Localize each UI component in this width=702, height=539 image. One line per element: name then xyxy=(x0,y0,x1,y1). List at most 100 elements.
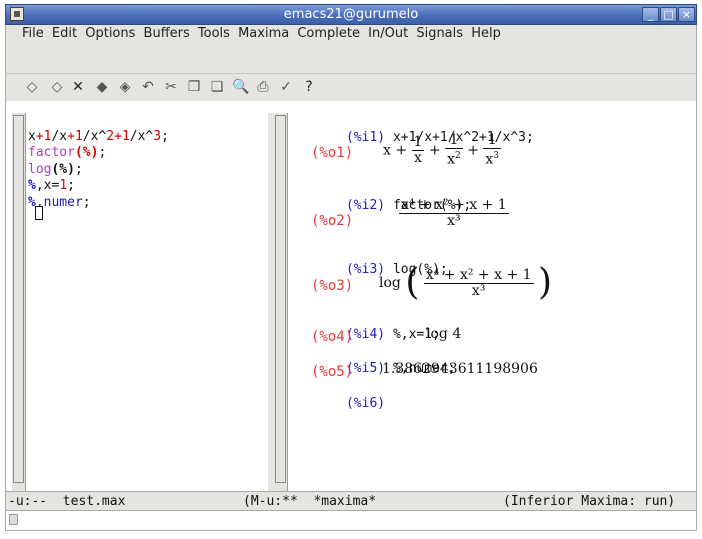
menu-bar: File Edit Options Buffers Tools Maxima C… xyxy=(5,25,697,73)
right-paren: ) xyxy=(538,262,553,303)
math-term: + xyxy=(467,142,479,159)
maximize-button[interactable]: □ xyxy=(660,7,677,22)
math-output: log ( x⁴ + x² + x + 1 x³ ) xyxy=(379,263,552,303)
math-output: log 4 xyxy=(426,326,462,342)
close-icon[interactable]: ✕ xyxy=(70,79,86,95)
fraction: 1x xyxy=(411,133,425,166)
mode-line[interactable]: -u:-- test.max (M-u:** *maxima* (Inferio… xyxy=(5,491,697,511)
fraction: x⁴ + x² + x + 1 x³ xyxy=(399,198,509,229)
numerator: 1 xyxy=(411,133,425,151)
maxima-session[interactable]: (%i1) x+1/x+1/x^2+1/x^3; (%o1) x + 1x + … xyxy=(294,111,694,481)
left-pane-text[interactable]: x+1/x+1/x^2+1/x^3; factor(%); log(%); %,… xyxy=(28,112,169,228)
code-token: ,x= xyxy=(35,178,60,193)
numerator: 1 xyxy=(445,133,463,149)
menu-file[interactable]: File xyxy=(22,26,44,41)
print-icon[interactable]: ⎙ xyxy=(255,79,271,95)
code-token: ; xyxy=(98,145,107,160)
menu-help[interactable]: Help xyxy=(471,26,501,41)
minimize-button[interactable]: _ xyxy=(642,7,659,22)
code-token: x xyxy=(28,128,36,144)
fraction: 1 x2 xyxy=(445,133,463,168)
editor-area: x+1/x+1/x^2+1/x^3; factor(%); log(%); %,… xyxy=(5,101,697,491)
input-label: (%i2) xyxy=(345,197,386,213)
denominator: x³ xyxy=(447,213,461,229)
text-cursor xyxy=(35,206,43,220)
denominator: x xyxy=(414,149,422,166)
resize-grip-icon[interactable] xyxy=(9,514,18,525)
math-term: + xyxy=(428,142,441,159)
denominator: x3 xyxy=(483,149,501,168)
toolbar: ◇ ◇ ✕ ◆ ◈ ↶ ✂ ❐ ❏ 🔍 ⎙ ✓ ? xyxy=(5,73,697,101)
copy-icon[interactable]: ❐ xyxy=(186,79,202,95)
code-token: /x^ xyxy=(82,128,107,144)
open-file-icon[interactable]: ◇ xyxy=(24,79,40,95)
code-token: 1 xyxy=(74,128,83,144)
menu-buffers[interactable]: Buffers xyxy=(144,26,190,41)
numerator: x⁴ + x² + x + 1 xyxy=(423,266,534,284)
exponent: 2 xyxy=(455,151,461,161)
log-function: log xyxy=(379,275,401,291)
modeline-right-buffer: (M-u:** *maxima* xyxy=(243,494,377,509)
output-label: (%o4) xyxy=(311,329,354,345)
code-token: (%) xyxy=(74,145,99,160)
code-token: ; xyxy=(82,194,91,210)
menu-tools[interactable]: Tools xyxy=(198,26,230,41)
left-scrollbar[interactable] xyxy=(12,113,26,491)
code-token: factor xyxy=(28,145,75,160)
menu-complete[interactable]: Complete xyxy=(297,26,360,41)
code-token: + xyxy=(35,128,44,144)
right-scrollbar-thumb[interactable] xyxy=(275,115,286,483)
code-token: ; xyxy=(74,161,83,177)
left-scrollbar-thumb[interactable] xyxy=(13,115,24,483)
code-token: ; xyxy=(161,128,169,144)
paste-icon[interactable]: ❏ xyxy=(209,79,225,95)
menu-edit[interactable]: Edit xyxy=(52,26,77,41)
code-token: 3 xyxy=(153,128,162,144)
code-token: % xyxy=(28,178,36,193)
minibuffer[interactable] xyxy=(5,511,697,531)
spellcheck-icon[interactable]: ✓ xyxy=(278,79,294,95)
code-token: log xyxy=(28,161,52,177)
code-token: 1 xyxy=(121,128,130,144)
output-row: (%o4) log 4 xyxy=(311,326,461,345)
left-paren: ( xyxy=(405,262,420,303)
code-token: /x^ xyxy=(129,128,154,144)
menu-inout[interactable]: In/Out xyxy=(368,26,408,41)
input-label: (%i6) xyxy=(345,395,386,411)
output-row: (%o5) 1.3862943611198906 xyxy=(311,361,538,380)
base: x xyxy=(447,151,455,168)
denominator: x2 xyxy=(445,149,463,168)
exponent: 3 xyxy=(493,151,500,161)
math-term: x + xyxy=(383,142,408,159)
cut-icon[interactable]: ✂ xyxy=(163,79,179,95)
numerator: x⁴ + x² + x + 1 xyxy=(399,197,509,214)
code-token: 1 xyxy=(59,178,68,193)
title-bar[interactable]: emacs21@gurumelo _ □ × xyxy=(5,4,697,25)
close-window-button[interactable]: × xyxy=(678,7,695,22)
right-scrollbar[interactable] xyxy=(274,113,288,491)
code-token: ; xyxy=(67,178,75,193)
search-icon[interactable]: 🔍 xyxy=(232,79,249,95)
fraction: 1 x3 xyxy=(483,133,502,168)
output-label: (%o1) xyxy=(311,145,354,161)
math-output: x + 1x + 1 x2 + 1 x3 xyxy=(383,133,502,168)
save-icon[interactable]: ◆ xyxy=(94,79,110,95)
code-token: (%) xyxy=(51,161,75,177)
code-token: + xyxy=(67,128,75,144)
menu-signals[interactable]: Signals xyxy=(416,26,463,41)
math-output: x⁴ + x² + x + 1 x³ xyxy=(399,198,509,229)
help-icon[interactable]: ? xyxy=(301,79,317,95)
output-label: (%o2) xyxy=(311,213,354,229)
open-folder-icon[interactable]: ◇ xyxy=(49,79,65,95)
window-title: emacs21@gurumelo xyxy=(283,7,419,22)
output-label: (%o3) xyxy=(311,278,354,294)
menu-options[interactable]: Options xyxy=(85,26,135,41)
numerator: 1 xyxy=(483,133,502,149)
save-as-icon[interactable]: ◈ xyxy=(117,79,133,95)
fraction: x⁴ + x² + x + 1 x³ xyxy=(423,266,534,299)
menu-maxima[interactable]: Maxima xyxy=(238,26,289,41)
code-token: + xyxy=(114,128,122,144)
math-output: 1.3862943611198906 xyxy=(382,361,538,377)
undo-icon[interactable]: ↶ xyxy=(140,79,156,95)
modeline-left-buffer: -u:-- test.max xyxy=(8,494,126,509)
